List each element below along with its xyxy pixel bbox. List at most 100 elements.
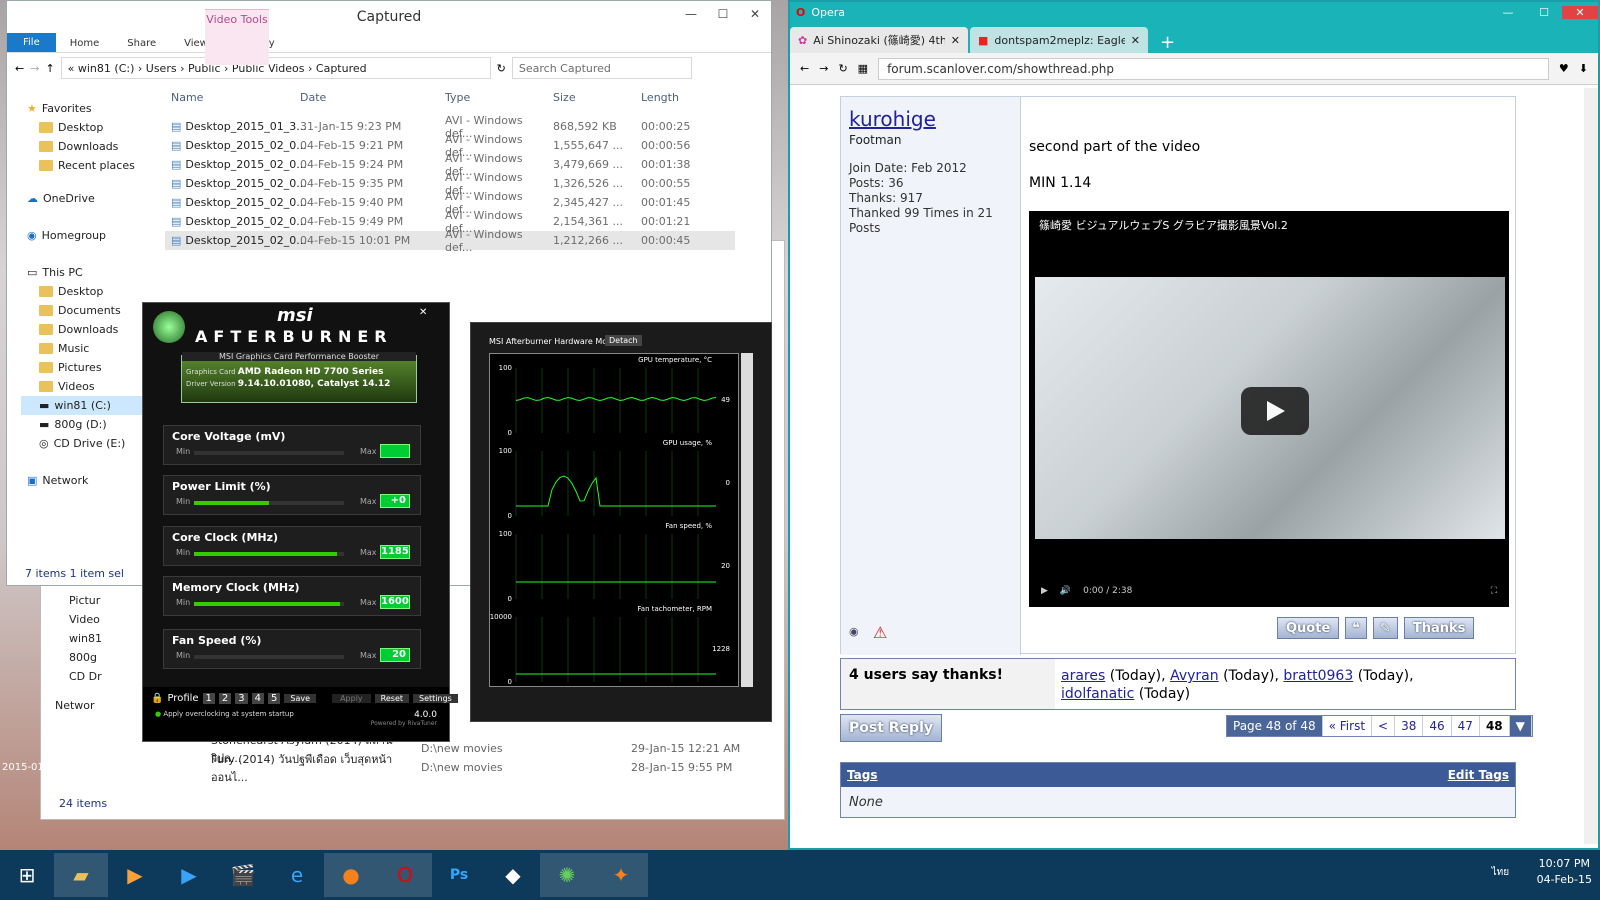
play-button[interactable] [1241,387,1309,435]
col-date[interactable]: Date [300,91,445,104]
slider-value[interactable]: 1600 [380,595,410,609]
nav-item[interactable]: CD Dr [69,667,102,686]
close-tab-icon[interactable]: ✕ [951,34,960,47]
slider-0[interactable]: Core Voltage (mV) Min Max [163,425,421,465]
post-reply-button[interactable]: Post Reply [840,714,942,742]
report-icon[interactable]: ⚠ [873,623,887,642]
close-icon[interactable]: ✕ [739,1,771,27]
hwmon-scrollbar[interactable] [741,353,753,687]
nav-item[interactable]: Desktop [21,118,156,137]
slider-track[interactable] [194,552,344,556]
afterburner-window[interactable]: msi AFTERBURNER ✕ MSI Graphics Card Perf… [142,302,458,742]
url-bar[interactable]: forum.scanlover.com/showthread.php [878,57,1549,80]
tags-header[interactable]: Tags [847,768,877,782]
tab-inactive[interactable]: ■dontspam2meplz: EagleGe✕ [970,27,1148,53]
nav-item[interactable]: Pictur [69,591,102,610]
slider-4[interactable]: Fan Speed (%) Min Max 20 [163,629,421,669]
nav-network[interactable]: ▣ Network [21,471,156,490]
hardware-monitor-window[interactable]: MSI Afterburner Hardware Monitor Detach … [470,322,772,722]
page-link[interactable]: 46 [1423,716,1452,736]
edit-tags-link[interactable]: Edit Tags [1448,768,1509,782]
address-bar[interactable]: « win81 (C:) › Users › Public › Public V… [60,57,491,79]
maximize-icon[interactable]: ☐ [1526,6,1562,19]
forward-icon[interactable]: → [30,62,39,75]
photoshop-icon[interactable]: Ps [432,853,486,897]
quote-button[interactable]: Quote [1277,617,1340,639]
nav-item[interactable]: Music [21,339,156,358]
language-indicator[interactable]: ไทย [1492,867,1509,878]
nav-item[interactable]: Desktop [21,282,156,301]
nav-item[interactable]: Video [69,610,102,629]
system-tray[interactable]: ไทย 10:07 PM 04-Feb-15 [1492,856,1592,888]
profile-3-button[interactable]: 3 [235,693,248,704]
thanker-link[interactable]: idolfanatic [1061,686,1134,702]
play-icon[interactable]: ▶ [1041,586,1048,596]
video-editor-icon[interactable]: 🎬 [216,853,270,897]
minimize-icon[interactable]: — [675,1,707,27]
page-link[interactable]: 38 [1395,716,1424,736]
reload-icon[interactable]: ↻ [838,62,847,75]
col-length[interactable]: Length [641,91,721,104]
col-size[interactable]: Size [553,91,641,104]
embedded-video[interactable]: 篠崎愛 ビジュアルウェブS グラビア撮影風景Vol.2 ▶ 🔊 0:00 / 2… [1029,211,1509,607]
thanker-link[interactable]: Avyran [1170,668,1219,684]
profile-5-button[interactable]: 5 [268,693,281,704]
profile-4-button[interactable]: 4 [251,693,265,704]
save-button[interactable]: Save [284,694,317,703]
close-tab-icon[interactable]: ✕ [1131,34,1140,47]
nav-item[interactable]: ◎ CD Drive (E:) [21,434,156,453]
file-row[interactable]: ▤ Desktop_2015_02_0... 04-Feb-15 10:01 PM A… [165,228,735,254]
speed-dial-icon[interactable]: ▦ [858,62,868,75]
detach-button[interactable]: Detach [605,335,642,346]
thanks-button[interactable]: Thanks [1403,617,1475,639]
lock-icon[interactable]: 🔒 [151,693,163,704]
tab-home[interactable]: Home [56,35,114,52]
download-icon[interactable]: ⬇ [1579,62,1588,75]
profile-2-button[interactable]: 2 [218,693,232,704]
multiquote-icon[interactable]: ❝ [1345,617,1367,639]
up-icon[interactable]: ↑ [45,62,54,75]
nav-favorites[interactable]: ★ Favorites [21,99,156,118]
volume-icon[interactable]: 🔊 [1060,586,1071,596]
page-menu-icon[interactable]: ▼ [1509,716,1532,736]
slider-track[interactable] [194,451,344,455]
settings-button[interactable]: Settings [413,694,458,703]
internet-explorer-icon[interactable]: e [270,853,324,897]
back-icon[interactable]: ← [800,62,809,75]
desktop-icon-label[interactable]: 2015-01 [2,762,44,773]
profile-1-button[interactable]: 1 [202,693,215,704]
col-type[interactable]: Type [445,91,553,104]
close-icon[interactable]: ✕ [419,307,427,318]
page-first[interactable]: « First [1323,716,1373,736]
firefox-icon[interactable]: ● [324,853,378,897]
opera-window[interactable]: O Opera — ☐ ✕ ✿ Ai Shinozaki (篠崎愛) 4th T ✕… [788,0,1600,850]
nav-onedrive[interactable]: ☁ OneDrive [21,189,156,208]
col-name[interactable]: Name [165,91,300,104]
heart-icon[interactable]: ♥ [1559,62,1569,75]
page-prev[interactable]: < [1372,716,1396,736]
app-icon[interactable]: ◆ [486,853,540,897]
nav-item[interactable]: Recent places [21,156,156,175]
slider-value[interactable]: 20 [380,648,410,662]
start-icon[interactable]: ⊞ [0,853,54,897]
slider-track[interactable] [194,501,344,505]
slider-value[interactable]: 1185 [380,545,410,559]
opera-icon[interactable]: O [378,853,432,897]
nav-item[interactable]: Pictures [21,358,156,377]
search-input[interactable]: Search Captured [511,57,692,79]
page-scrollbar[interactable] [1584,88,1598,844]
forward-icon[interactable]: → [819,62,828,75]
media-player-icon[interactable]: ▶ [108,853,162,897]
tab-file[interactable]: File [7,33,56,52]
capture-app-icon[interactable]: ✦ [594,853,648,897]
nav-item[interactable]: 800g [69,648,102,667]
file-explorer-icon[interactable]: ▰ [54,853,108,897]
slider-2[interactable]: Core Clock (MHz) Min Max 1185 [163,526,421,566]
tab-active[interactable]: ✿ Ai Shinozaki (篠崎愛) 4th T ✕ [790,27,968,53]
nav-homegroup[interactable]: ◉ Homegroup [21,226,156,245]
startup-checkbox[interactable]: ● Apply overclocking at system startup [155,710,294,720]
nav-item[interactable]: ▬ win81 (C:) [21,396,156,415]
nav-item[interactable]: Downloads [21,320,156,339]
fullscreen-icon[interactable]: ⛶ [1491,586,1497,596]
nav-item[interactable]: Documents [21,301,156,320]
